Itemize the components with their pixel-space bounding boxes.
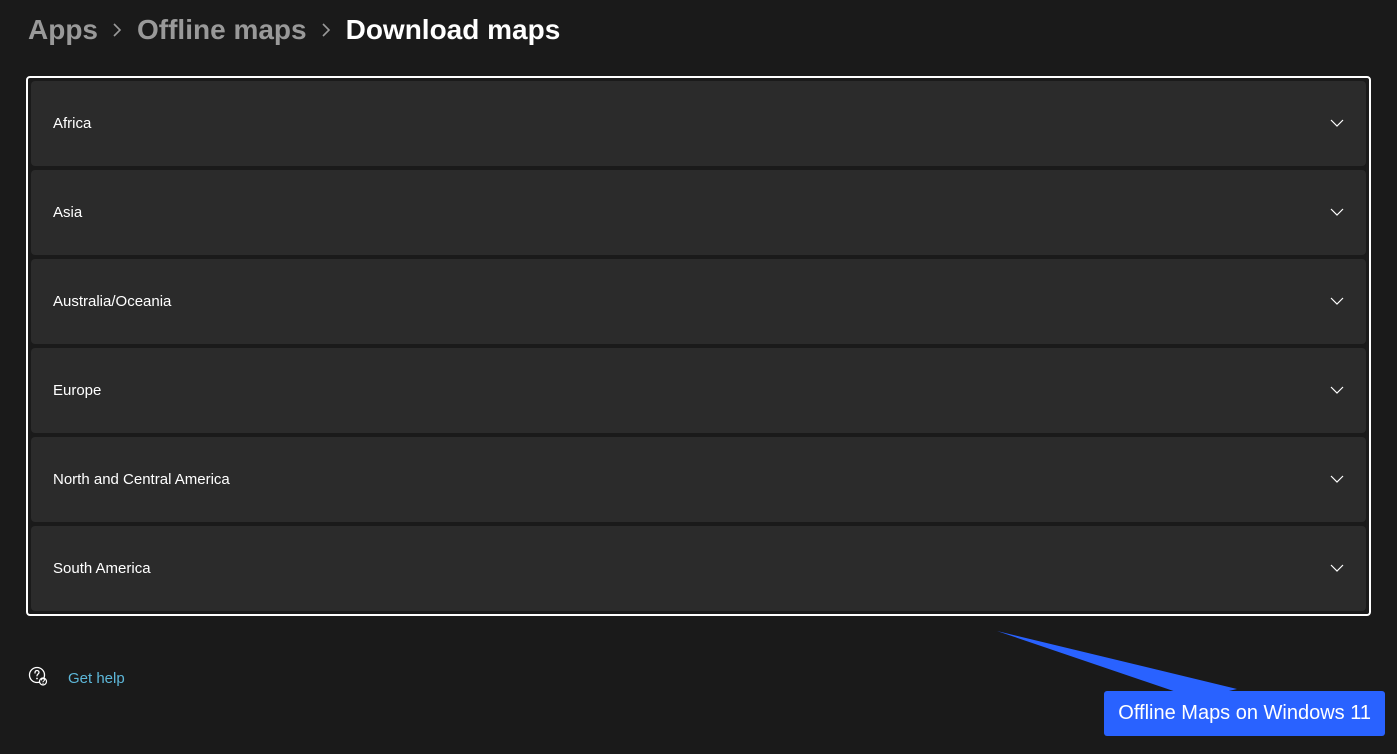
region-item-africa[interactable]: Africa [31, 81, 1366, 166]
chevron-right-icon [321, 22, 332, 43]
region-label: North and Central America [53, 471, 230, 488]
annotation-callout: Offline Maps on Windows 11 [1104, 691, 1385, 736]
breadcrumb-offline-maps[interactable]: Offline maps [137, 14, 307, 46]
region-item-europe[interactable]: Europe [31, 348, 1366, 433]
region-label: Africa [53, 115, 91, 132]
region-item-asia[interactable]: Asia [31, 170, 1366, 255]
chevron-down-icon [1330, 204, 1344, 222]
help-icon [28, 666, 48, 691]
help-section: Get help [0, 616, 1397, 691]
region-item-north-central-america[interactable]: North and Central America [31, 437, 1366, 522]
chevron-down-icon [1330, 115, 1344, 133]
breadcrumb-apps[interactable]: Apps [28, 14, 98, 46]
region-label: Asia [53, 204, 82, 221]
chevron-down-icon [1330, 471, 1344, 489]
region-label: Australia/Oceania [53, 293, 171, 310]
breadcrumb: Apps Offline maps Download maps [0, 0, 1397, 66]
regions-list: Africa Asia Australia/Oceania Europe Nor… [26, 76, 1371, 616]
chevron-right-icon [112, 22, 123, 43]
chevron-down-icon [1330, 293, 1344, 311]
chevron-down-icon [1330, 382, 1344, 400]
region-item-australia-oceania[interactable]: Australia/Oceania [31, 259, 1366, 344]
region-item-south-america[interactable]: South America [31, 526, 1366, 611]
get-help-link[interactable]: Get help [68, 670, 125, 687]
chevron-down-icon [1330, 560, 1344, 578]
region-label: South America [53, 560, 151, 577]
region-label: Europe [53, 382, 101, 399]
page-title: Download maps [346, 14, 561, 46]
